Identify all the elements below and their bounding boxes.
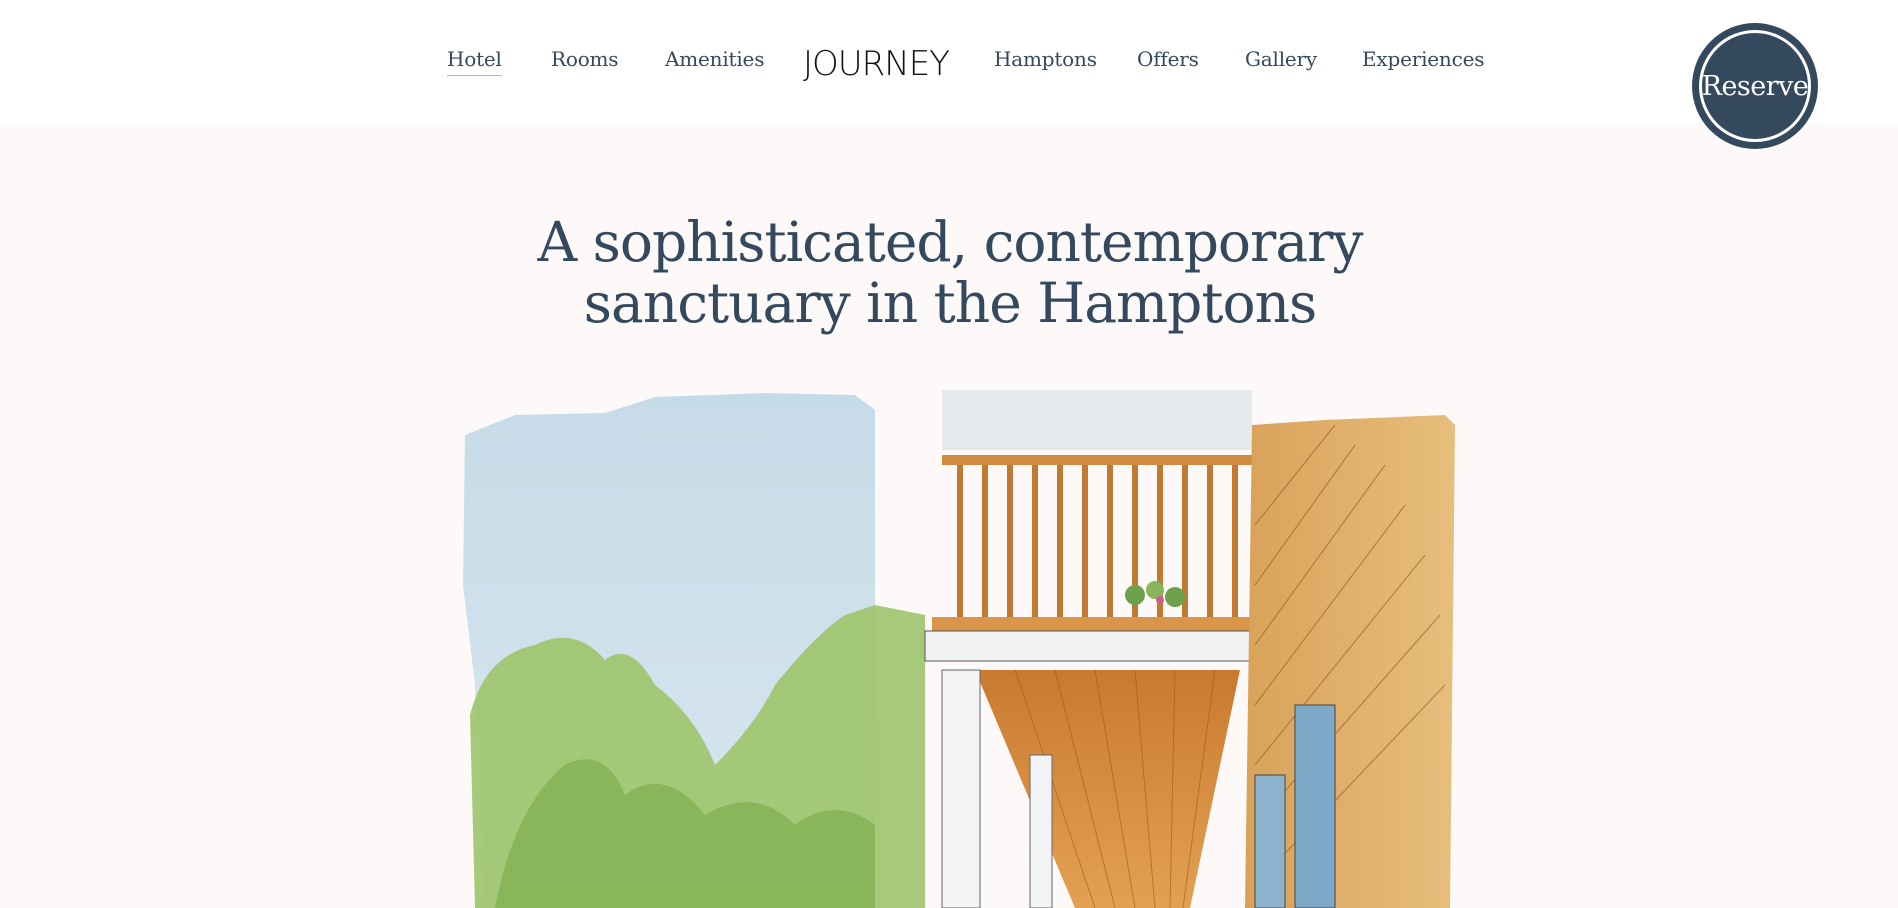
reserve-button[interactable]: Reserve	[1692, 23, 1818, 149]
nav-link-gallery[interactable]: Gallery	[1245, 47, 1317, 71]
nav-link-amenities[interactable]: Amenities	[665, 47, 764, 71]
balcony-rail-top	[942, 455, 1252, 465]
balcony-balusters	[957, 465, 1238, 620]
window-blue	[1294, 704, 1336, 908]
nav-link-hamptons[interactable]: Hamptons	[994, 47, 1097, 71]
nav-link-hotel[interactable]: Hotel	[447, 47, 502, 76]
nav-link-experiences[interactable]: Experiences	[1362, 47, 1484, 71]
balcony-fascia	[924, 630, 1266, 662]
hero-headline-line-1: A sophisticated, contemporary	[537, 210, 1363, 274]
balcony-back-wall	[942, 390, 1252, 450]
site-header: Hotel Rooms Amenities JOURNEY Hamptons O…	[0, 0, 1898, 124]
balcony-floor	[932, 617, 1262, 631]
window-blue-2	[1254, 774, 1286, 908]
porch-column-left	[941, 669, 981, 908]
hero-headline-line-2: sanctuary in the Hamptons	[583, 271, 1317, 335]
nav-link-offers[interactable]: Offers	[1137, 47, 1199, 71]
hero-headline: A sophisticated, contemporary sanctuary …	[450, 212, 1450, 334]
nav-link-rooms[interactable]: Rooms	[551, 47, 619, 71]
hero-watercolor-illustration	[463, 390, 1455, 908]
brand-logo[interactable]: JOURNEY	[803, 44, 950, 84]
porch-column-mid	[1029, 754, 1053, 908]
porch-ceiling	[975, 670, 1240, 908]
reserve-label: Reserve	[1701, 70, 1809, 102]
